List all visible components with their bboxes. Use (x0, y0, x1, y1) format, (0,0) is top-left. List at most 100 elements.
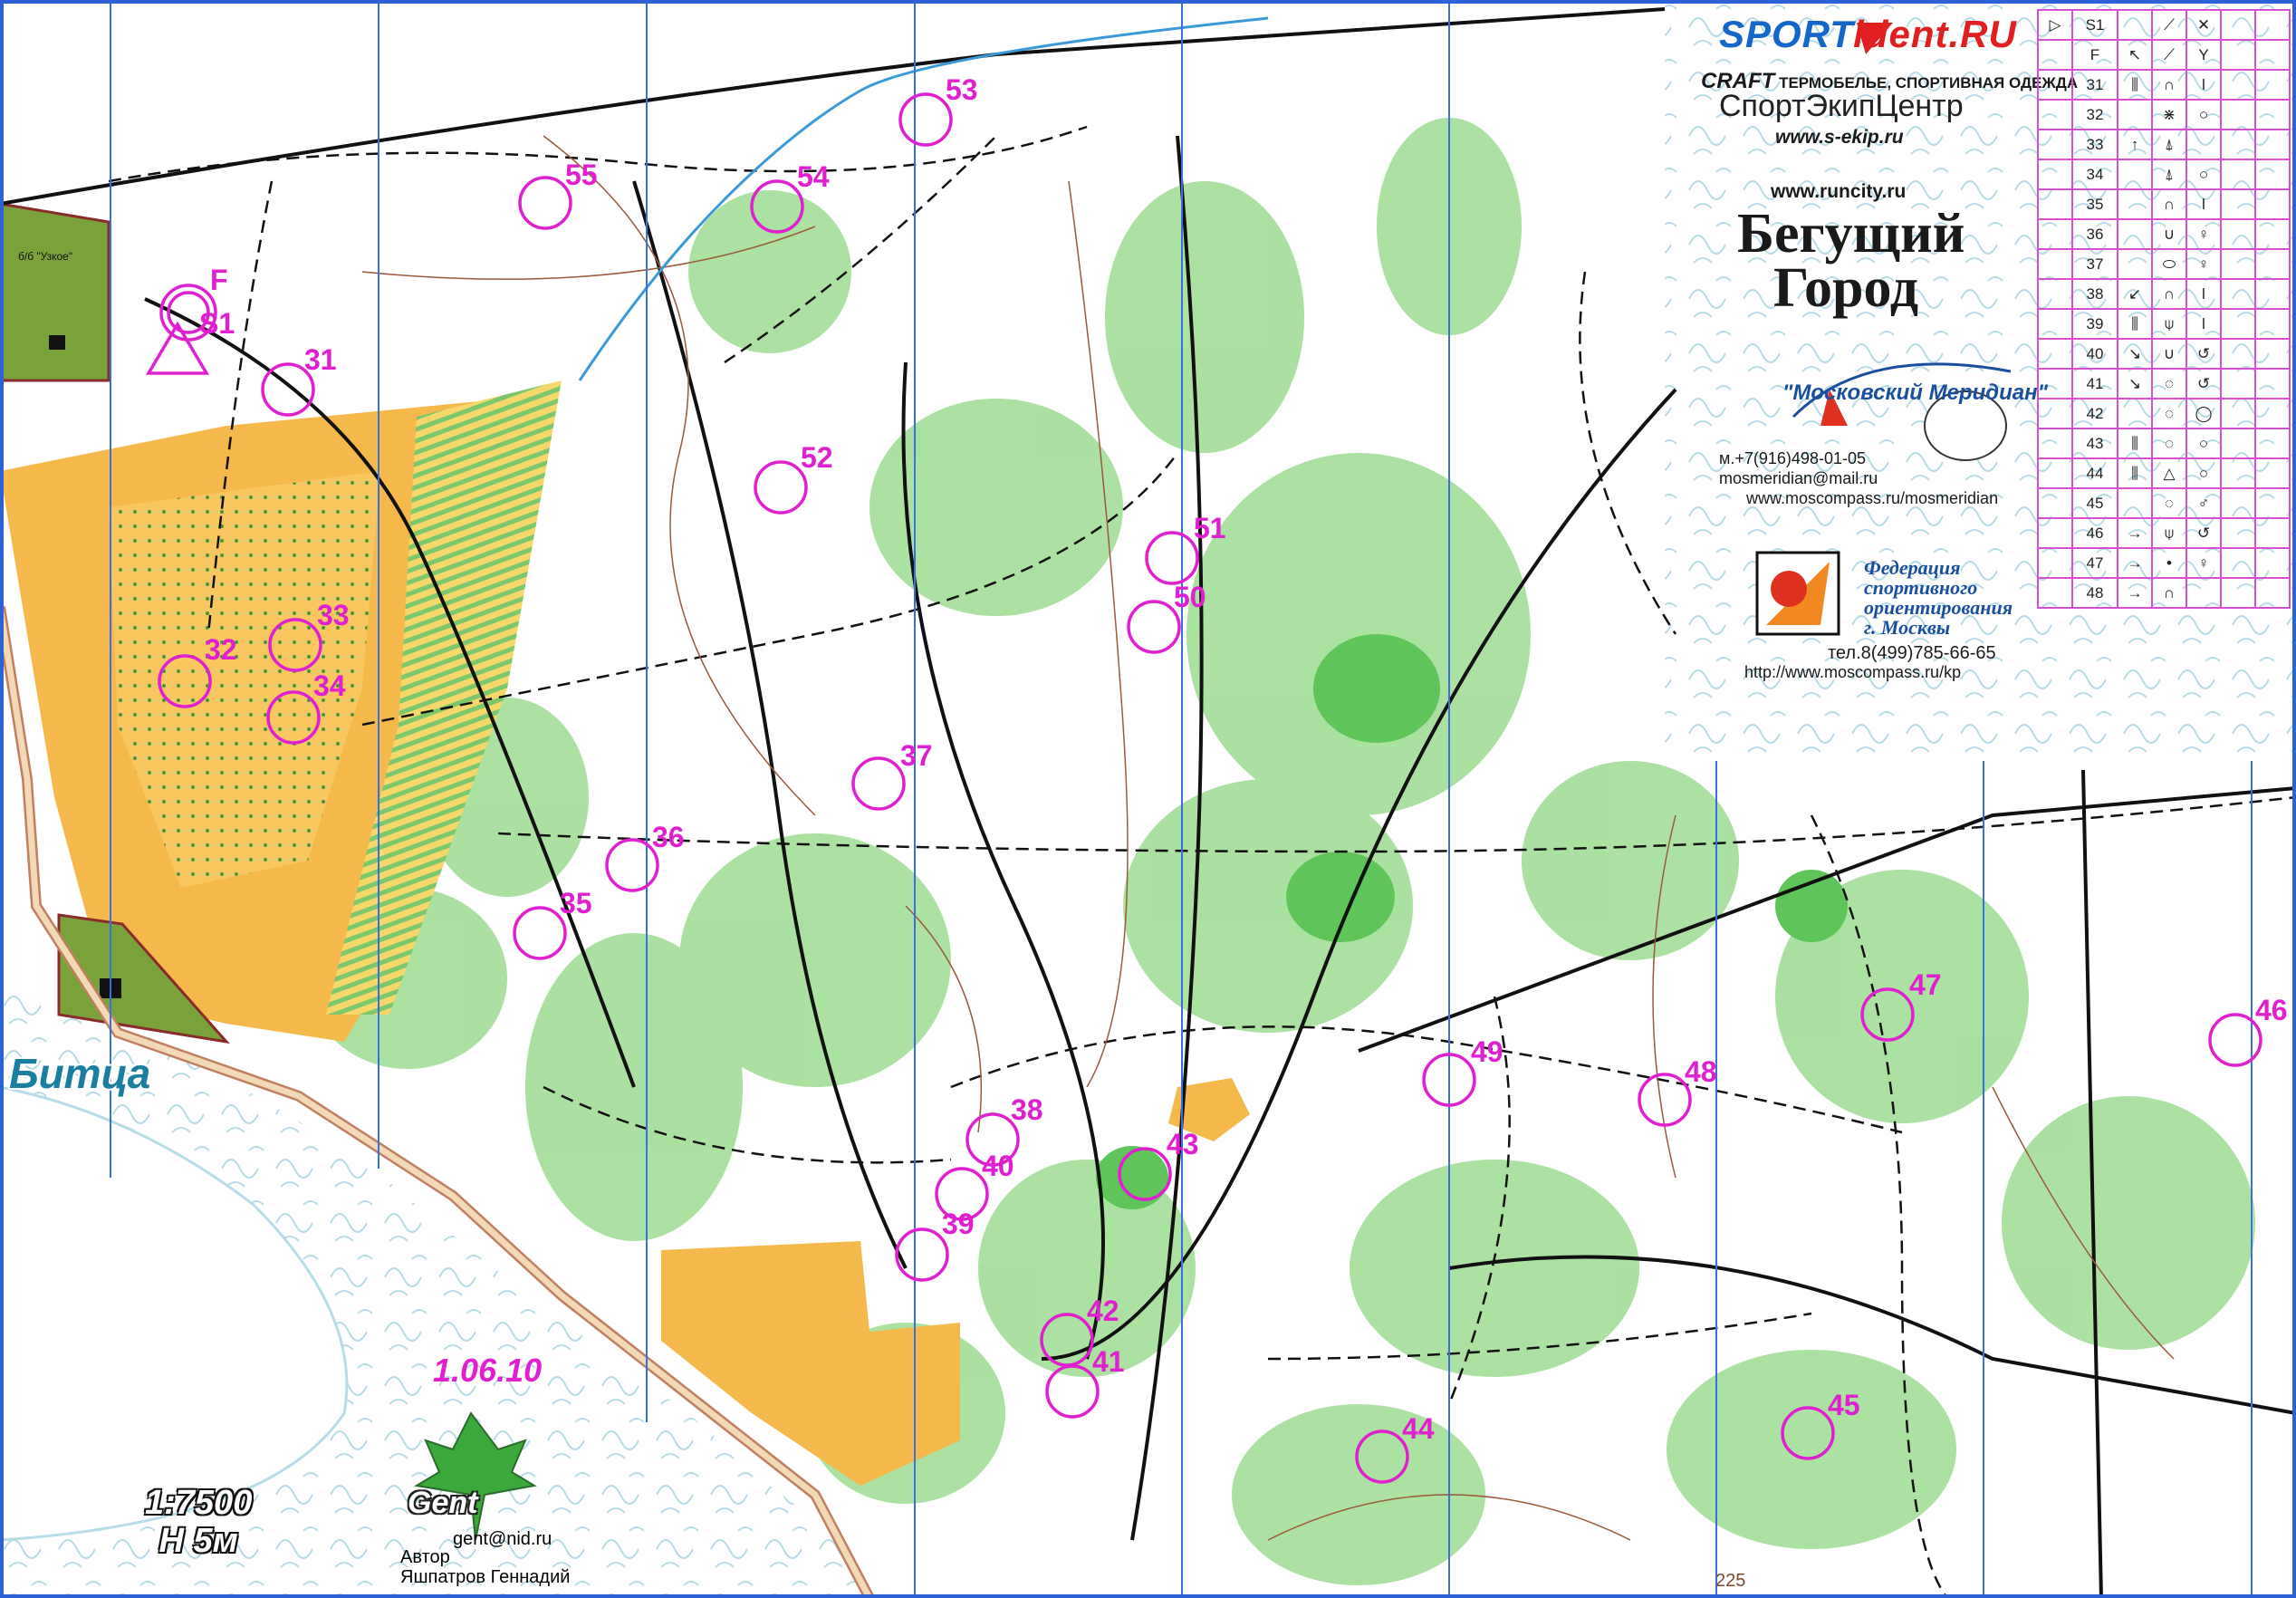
cd-code: 37 (2071, 248, 2118, 280)
cd-detail: ǀ (2186, 69, 2222, 101)
cd-marker (2037, 248, 2073, 280)
cd-detail: ○ (2186, 457, 2222, 489)
cd-detail: ♀ (2186, 218, 2222, 250)
cd-code: S1 (2071, 9, 2118, 41)
cd-extra-1 (2220, 99, 2256, 130)
cd-extra-1 (2220, 547, 2256, 579)
control-label: 45 (1828, 1389, 1860, 1421)
cd-row: 43 ⫼ ◌ ○ (2037, 428, 2291, 459)
sekip-url: www.s-ekip.ru (1775, 127, 1904, 148)
begush-logo: Бегущий Город (1737, 206, 1965, 316)
cd-feature: ∩ (2151, 278, 2187, 310)
control-label: 49 (1471, 1035, 1503, 1068)
map-date: 1.06.10 (433, 1352, 543, 1389)
cd-detail: ↺ (2186, 517, 2222, 549)
cd-feature: ⬭ (2151, 248, 2187, 280)
cd-code: 35 (2071, 188, 2118, 220)
federation-url: http://www.moscompass.ru/kp (1744, 663, 1962, 681)
cd-extra-2 (2254, 487, 2291, 519)
cd-feature: ⍦ (2151, 308, 2187, 340)
runcity-url: www.runcity.ru (1771, 181, 1907, 202)
control-label: 35 (560, 887, 592, 919)
cd-code: 47 (2071, 547, 2118, 579)
cd-extra-1 (2220, 428, 2256, 459)
control-label: 41 (1092, 1345, 1125, 1378)
cd-feature: ⟋ (2151, 39, 2187, 71)
cd-feature: ⍦ (2151, 517, 2187, 549)
author-name: Яшпатров Геннадий (400, 1567, 571, 1587)
control-label: 50 (1174, 581, 1206, 613)
cd-row: 48 → ∩ (2037, 577, 2291, 609)
cd-extra-2 (2254, 398, 2291, 429)
cd-extra-1 (2220, 159, 2256, 190)
cd-marker (2037, 218, 2073, 250)
cd-direction: → (2117, 547, 2153, 579)
control-label: 32 (205, 633, 237, 666)
cd-direction: ↖ (2117, 39, 2153, 71)
cd-marker (2037, 99, 2073, 130)
cd-row: ▷ S1 ⟋ ✕ (2037, 9, 2291, 41)
control-label: 39 (942, 1208, 975, 1240)
cd-marker (2037, 398, 2073, 429)
cd-feature: ∪ (2151, 218, 2187, 250)
cd-marker (2037, 188, 2073, 220)
cd-extra-2 (2254, 99, 2291, 130)
meridian-mail: mosmeridian@mail.ru (1719, 469, 1878, 487)
cd-extra-2 (2254, 308, 2291, 340)
cd-feature: ⍋ (2151, 159, 2187, 190)
cd-extra-2 (2254, 9, 2291, 41)
cd-extra-2 (2254, 547, 2291, 579)
cd-code: 41 (2071, 368, 2118, 400)
cd-extra-1 (2220, 218, 2256, 250)
cd-extra-2 (2254, 457, 2291, 489)
cd-extra-1 (2220, 308, 2256, 340)
cd-feature: ⟋ (2151, 9, 2187, 41)
cd-detail: ○ (2186, 99, 2222, 130)
cd-row: 36 ∪ ♀ (2037, 218, 2291, 250)
cd-marker (2037, 129, 2073, 160)
cd-row: 41 ↘ ◌ ↺ (2037, 368, 2291, 400)
cd-detail: ↺ (2186, 368, 2222, 400)
cd-extra-2 (2254, 368, 2291, 400)
cd-direction (2117, 188, 2153, 220)
map-scale: 1:7500 H 5м (145, 1484, 252, 1560)
cd-row: 45 ◌ ♂ (2037, 487, 2291, 519)
sportident-logo: SPORTident.RU (1719, 13, 2017, 56)
control-label: 42 (1087, 1295, 1119, 1327)
cd-extra-2 (2254, 517, 2291, 549)
sport-text: SPORT (1719, 13, 1854, 55)
cd-extra-2 (2254, 188, 2291, 220)
cd-extra-1 (2220, 338, 2256, 370)
cd-extra-1 (2220, 517, 2256, 549)
cd-direction (2117, 159, 2153, 190)
cd-feature: ⋇ (2151, 99, 2187, 130)
cd-detail (2186, 129, 2222, 160)
cd-row: 42 ◌ ◯ (2037, 398, 2291, 429)
cd-row: 31 ⫼ ∩ ǀ (2037, 69, 2291, 101)
cd-marker (2037, 487, 2073, 519)
cd-extra-1 (2220, 39, 2256, 71)
control-label: 55 (565, 159, 598, 191)
cd-marker (2037, 517, 2073, 549)
cd-row: 47 → • ♀ (2037, 547, 2291, 579)
cd-code: 34 (2071, 159, 2118, 190)
cd-direction: → (2117, 517, 2153, 549)
cd-feature: △ (2151, 457, 2187, 489)
cd-row: F ↖ ⟋ Y (2037, 39, 2291, 71)
cd-extra-2 (2254, 69, 2291, 101)
cd-direction: ⫼ (2117, 457, 2153, 489)
cd-direction (2117, 248, 2153, 280)
meridian-title: "Московский Меридиан" (1782, 380, 2048, 405)
federation-name: Федерация спортивного ориентирования г. … (1864, 558, 2045, 638)
cd-extra-2 (2254, 39, 2291, 71)
cd-row: 35 ∩ ǀ (2037, 188, 2291, 220)
control-label: F (210, 264, 228, 296)
cd-row: 32 ⋇ ○ (2037, 99, 2291, 130)
control-label: 43 (1167, 1128, 1199, 1160)
cd-marker (2037, 39, 2073, 71)
cd-detail: ǀ (2186, 278, 2222, 310)
cd-row: 39 ⫼ ⍦ ǀ (2037, 308, 2291, 340)
cd-row: 34 ⍋ ○ (2037, 159, 2291, 190)
cd-feature: ∩ (2151, 69, 2187, 101)
cd-feature: ∪ (2151, 338, 2187, 370)
